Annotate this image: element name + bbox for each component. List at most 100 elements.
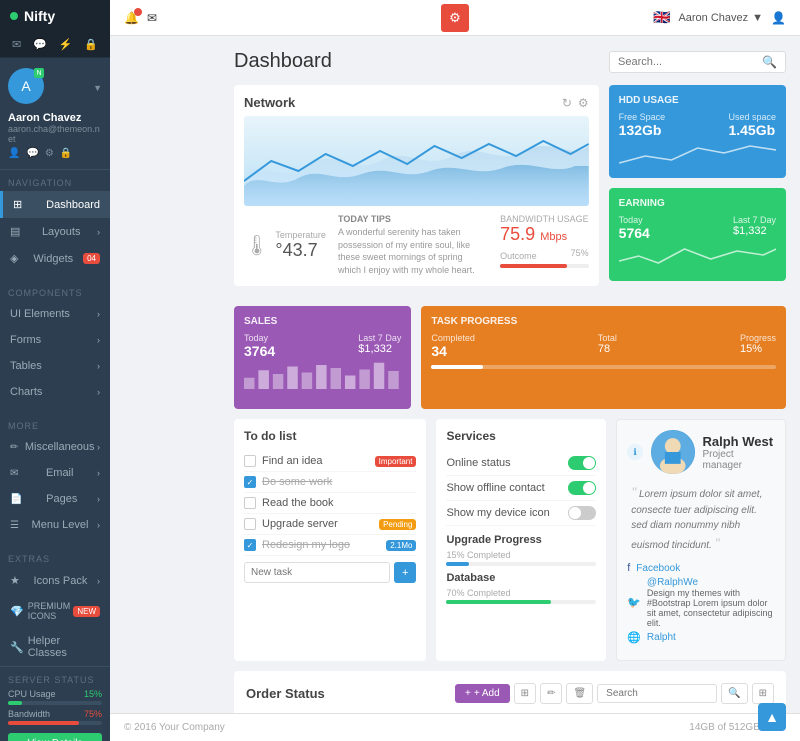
widgets-badge: 04 [83, 253, 100, 264]
hdd-chart [619, 138, 776, 168]
sales-today-label: Today [244, 333, 275, 343]
topnav: 🔔 ✉ ⚙ 🇬🇧 Aaron Chavez ▼ 👤 [110, 0, 800, 36]
task-values: Completed 34 Total 78 Progress 15% [431, 333, 776, 359]
used-value: 1.45Gb [728, 122, 776, 138]
sidebar-item-layouts[interactable]: ▤ Layouts › [0, 218, 110, 245]
service-toggle-1[interactable] [568, 481, 596, 495]
new-task-input[interactable] [244, 562, 390, 583]
sidebar-icon-message[interactable]: ✉ [8, 36, 25, 53]
service-toggle-0[interactable] [568, 456, 596, 470]
earning-values: Today 5764 Last 7 Day $1,332 [619, 215, 776, 241]
upgrade-section: Upgrade Progress 15% Completed Database … [446, 534, 596, 604]
settings-icon[interactable]: ⚙ [578, 96, 589, 110]
hdd-used: Used space 1.45Gb [728, 112, 776, 138]
sidebar-item-email[interactable]: ✉ Email › [0, 460, 110, 486]
cpu-label: CPU Usage [8, 689, 56, 699]
earning-chart [619, 241, 776, 271]
facebook-label[interactable]: Facebook [636, 563, 680, 574]
user-icon-lock2[interactable]: 🔒 [60, 148, 72, 159]
user-icon-settings[interactable]: ⚙ [45, 148, 54, 159]
logo-dot [10, 12, 18, 20]
sidebar-item-pages[interactable]: 📄 Pages › [0, 486, 110, 512]
sidebar-item-icons[interactable]: ★ Icons Pack › [0, 567, 110, 594]
sidebar-item-helper[interactable]: 🔧 Helper Classes [0, 628, 110, 666]
todo-checkbox-3[interactable] [244, 518, 256, 530]
db-title: Database [446, 572, 596, 584]
footer: © 2016 Your Company 14GB of 512GB Free. [110, 713, 800, 741]
notification-bell[interactable]: 🔔 [124, 11, 139, 25]
search-box[interactable]: 🔍 [609, 51, 786, 73]
facebook-item: f Facebook [627, 562, 775, 574]
upgrade-pct-label: 15% Completed [446, 550, 596, 560]
sales-today: Today 3764 [244, 333, 275, 359]
sidebar-item-misc[interactable]: ✏ Miscellaneous › [0, 434, 110, 460]
site-label[interactable]: Ralpht [647, 632, 676, 643]
info-badge: ℹ [627, 444, 643, 460]
free-label: Free Space [619, 112, 666, 122]
server-status: Server Status CPU Usage 15% Bandwidth 75… [0, 666, 110, 741]
sidebar-item-ui[interactable]: UI Elements › [0, 301, 110, 327]
copy-button[interactable]: ⊞ [514, 683, 536, 704]
sidebar-item-dashboard[interactable]: ⊞ Dashboard [0, 191, 110, 218]
add-order-button[interactable]: + + Add [455, 684, 510, 703]
tips-text: A wonderful serenity has taken possessio… [338, 226, 488, 276]
service-item-2: Show my device icon [446, 501, 596, 526]
scroll-to-top[interactable]: ▲ [758, 703, 786, 731]
sidebar-item-menu[interactable]: ☰ Menu Level › [0, 512, 110, 538]
twitter-handle[interactable]: @RalphWe [647, 577, 775, 588]
sidebar-icon-bolt[interactable]: ⚡ [55, 36, 77, 53]
pending-badge: Pending [379, 519, 416, 530]
message-icon[interactable]: ✉ [147, 11, 157, 25]
service-toggle-2[interactable] [568, 506, 596, 520]
temp-label: Temperature [275, 230, 326, 240]
order-search-input[interactable] [597, 684, 717, 703]
user-menu-arrow[interactable]: ▼ [752, 12, 763, 24]
sidebar-item-label: Menu Level [32, 519, 89, 531]
top-row: Network ↻ ⚙ [234, 85, 786, 296]
search-order-button[interactable]: 🔍 [721, 683, 747, 704]
sidebar-item-forms[interactable]: Forms › [0, 327, 110, 353]
sidebar: Nifty ✉ 💬 ⚡ 🔒 A N ▼ Aaron Chavez aaron.c… [0, 0, 110, 741]
user-icon[interactable]: 👤 [771, 11, 786, 25]
widgets-icon: ◈ [10, 252, 18, 265]
sidebar-item-premium[interactable]: 💎 PREMIUM ICONS NEW [0, 594, 110, 628]
user-icon-person[interactable]: 👤 [8, 148, 20, 159]
filter-button[interactable]: ⊞ [752, 683, 774, 704]
sidebar-arrow[interactable]: ▼ [93, 83, 102, 93]
menu-icon: ☰ [10, 520, 19, 531]
new-task-button[interactable]: + [394, 562, 416, 583]
delete-button[interactable]: 🗑 [566, 683, 593, 704]
sidebar-item-widgets[interactable]: ◈ Widgets 04 [0, 245, 110, 272]
sales-widget: Sales Today 3764 Last 7 Day $1,332 [234, 306, 411, 409]
todo-checkbox-0[interactable] [244, 455, 256, 467]
user-icon-chat[interactable]: 💬 [26, 148, 38, 159]
service-item-0: Online status [446, 451, 596, 476]
user-name: Aaron Chavez [8, 112, 102, 124]
sidebar-item-tables[interactable]: Tables › [0, 353, 110, 379]
sales-last7-value: $1,332 [358, 343, 401, 355]
todo-checkbox-1[interactable]: ✓ [244, 476, 256, 488]
view-details-button[interactable]: View Details [8, 733, 102, 741]
sidebar-icon-lock[interactable]: 🔒 [80, 36, 102, 53]
sidebar-item-label: Icons Pack [34, 575, 88, 587]
online-badge: N [34, 68, 44, 78]
server-status-label: Server Status [8, 675, 102, 685]
todo-checkbox-4[interactable]: ✓ [244, 539, 256, 551]
sidebar-icon-chat[interactable]: 💬 [29, 36, 51, 53]
sidebar-item-charts[interactable]: Charts › [0, 379, 110, 405]
network-title: Network [244, 95, 295, 110]
sidebar-item-label: Email [46, 467, 74, 479]
twitter-icon: 🐦 [627, 596, 641, 609]
refresh-icon[interactable]: ↻ [562, 96, 572, 110]
network-icons: ↻ ⚙ [562, 96, 589, 110]
search-input[interactable] [618, 56, 758, 68]
ralph-avatar [651, 430, 694, 474]
network-stats: 🌡 Temperature °43.7 Today Tips A wonderf… [244, 206, 589, 276]
edit-button[interactable]: ✏ [540, 683, 562, 704]
sales-last7: Last 7 Day $1,332 [358, 333, 401, 359]
gear-icon-top[interactable]: ⚙ [441, 4, 469, 32]
services-title: Services [446, 429, 596, 443]
ralph-card: ℹ Ralph West Project manager " Lorem ips [616, 419, 786, 661]
todo-checkbox-2[interactable] [244, 497, 256, 509]
used-label: Used space [728, 112, 776, 122]
